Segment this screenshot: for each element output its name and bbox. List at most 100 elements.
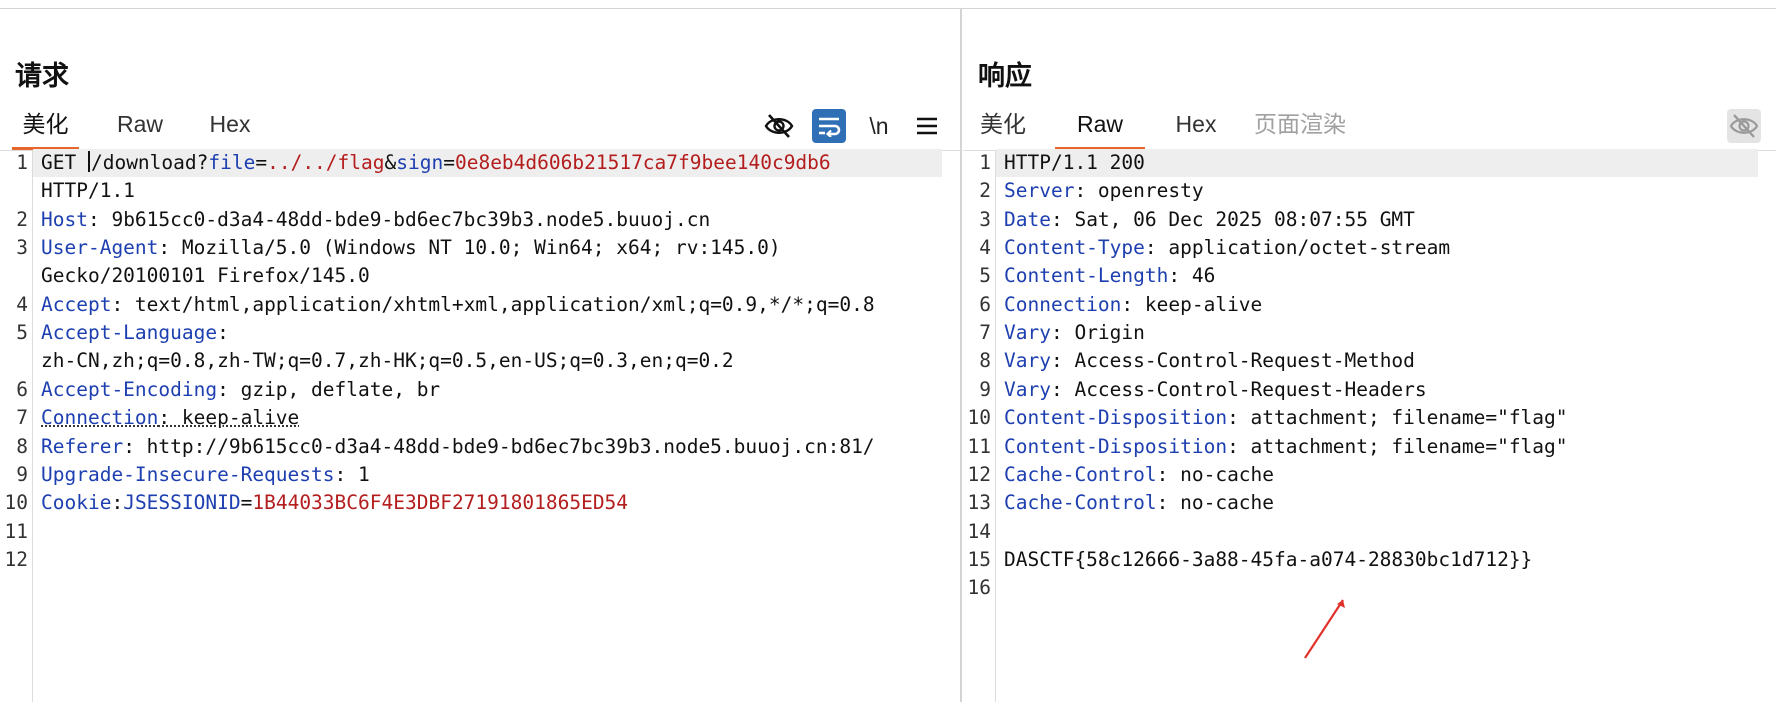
word-wrap-icon[interactable] <box>812 109 846 143</box>
text-segment: : 9b615cc0-d3a4-48dd-bde9-bd6ec7bc39b3.n… <box>87 207 711 231</box>
header-name: Content-Disposition <box>1004 406 1228 430</box>
line-text: Host: 9b615cc0-d3a4-48dd-bde9-bd6ec7bc39… <box>41 208 710 231</box>
text-segment: Gecko/20100101 Firefox/145.0 <box>41 264 370 288</box>
header-name: Vary <box>1004 321 1051 345</box>
request-title: 请求 <box>15 61 69 92</box>
line-number: 1 <box>979 151 991 174</box>
line-number: 15 <box>967 547 991 571</box>
code-line: 16 <box>963 576 1776 604</box>
line-number: 11 <box>4 519 28 543</box>
header-name: Referer <box>41 434 124 458</box>
line-text: Cookie:JSESSIONID=1B44033BC6F4E3DBF27191… <box>41 491 628 514</box>
text-segment: : no-cache <box>1156 462 1275 486</box>
code-line: 7 Vary: Origin <box>963 321 1776 349</box>
code-line: 7 Connection: keep-alive <box>0 406 960 434</box>
line-number: 9 <box>16 462 28 486</box>
line-text: Vary: Access-Control-Request-Method <box>1004 349 1415 372</box>
newline-toggle-icon[interactable]: \n <box>862 109 896 143</box>
line-number: 14 <box>967 519 991 543</box>
tab-hex[interactable]: Hex <box>203 101 257 147</box>
code-line: 11 Content-Disposition: attachment; filen… <box>963 435 1776 463</box>
line-text: Connection: keep-alive <box>41 406 299 429</box>
line-number: 5 <box>16 321 28 345</box>
text-segment: : 1 <box>334 462 370 486</box>
code-line: 8 Vary: Access-Control-Request-Method <box>963 349 1776 377</box>
tab-hex[interactable]: Hex <box>1168 101 1224 147</box>
line-number: 6 <box>16 377 28 401</box>
code-line: 10 Cookie:JSESSIONID=1B44033BC6F4E3DBF271… <box>0 491 960 519</box>
tab-pretty[interactable]: 美化 <box>975 101 1031 147</box>
line-text: Cache-Control: no-cache <box>1004 491 1274 514</box>
line-text: Content-Type: application/octet-stream <box>1004 236 1450 259</box>
response-tabs: 美化 Raw Hex 页面渲染 <box>963 101 1776 151</box>
text-segment: : attachment; filename="flag" <box>1227 434 1568 458</box>
tab-raw[interactable]: Raw <box>1055 101 1145 150</box>
code-line: 12 Cache-Control: no-cache <box>963 463 1776 491</box>
text-segment: : application/octet-stream <box>1144 236 1451 260</box>
line-number: 13 <box>967 491 991 515</box>
text-segment: : keep-alive <box>158 406 300 430</box>
line-text: Upgrade-Insecure-Requests: 1 <box>41 463 370 486</box>
header-name: Upgrade-Insecure-Requests <box>41 462 335 486</box>
text-segment: : openresty <box>1074 179 1204 203</box>
line-number: 1 <box>16 151 28 174</box>
line-text: DASCTF{58c12666-3a88-45fa-a074-28830bc1d… <box>1004 548 1532 571</box>
header-name: Date <box>1004 207 1051 231</box>
line-number: 5 <box>979 264 991 288</box>
tab-render[interactable]: 页面渲染 <box>1250 101 1350 147</box>
text-segment: = <box>240 491 253 515</box>
request-editor[interactable]: 1 GET /download?file=../../flag&sign=0e8e… <box>0 149 960 702</box>
line-text: Date: Sat, 06 Dec 2025 08:07:55 GMT <box>1004 208 1415 231</box>
line-text: Content-Length: 46 <box>1004 264 1215 287</box>
text-segment: : <box>217 321 229 345</box>
code-line: 15 DASCTF{58c12666-3a88-45fa-a074-28830bc… <box>963 548 1776 576</box>
code-line: 6 Connection: keep-alive <box>963 293 1776 321</box>
param-value: 1B44033BC6F4E3DBF27191801865ED54 <box>252 491 629 515</box>
code-line: 5 Content-Length: 46 <box>963 264 1776 292</box>
text-segment: HTTP/1.1 200 <box>1004 151 1145 174</box>
code-line: 1 GET /download?file=../../flag&sign=0e8e… <box>0 151 960 179</box>
code-line: 1 HTTP/1.1 200 <box>963 151 1776 179</box>
header-name: Content-Type <box>1004 236 1145 260</box>
line-text: Vary: Access-Control-Request-Headers <box>1004 378 1427 401</box>
line-number: 3 <box>16 236 28 260</box>
code-line: zh-CN,zh;q=0.8,zh-TW;q=0.7,zh-HK;q=0.5,e… <box>0 349 960 377</box>
line-text: User-Agent: Mozilla/5.0 (Windows NT 10.0… <box>41 236 781 259</box>
tab-raw[interactable]: Raw <box>110 101 170 147</box>
code-line: 13 Cache-Control: no-cache <box>963 491 1776 519</box>
line-text: Gecko/20100101 Firefox/145.0 <box>41 264 370 287</box>
text-segment: : keep-alive <box>1121 292 1263 316</box>
header-name: Content-Length <box>1004 264 1169 288</box>
hide-non-printable-icon[interactable] <box>1727 109 1761 143</box>
line-number: 7 <box>16 406 28 430</box>
hide-non-printable-icon[interactable] <box>762 109 796 143</box>
line-text: Server: openresty <box>1004 179 1204 202</box>
header-name: Vary <box>1004 349 1051 373</box>
response-editor[interactable]: 1 HTTP/1.1 200 2 Server: openresty 3 Date: Sa… <box>963 149 1776 702</box>
code-line: 8 Referer: http://9b615cc0-d3a4-48dd-bde9… <box>0 435 960 463</box>
line-number: 16 <box>967 576 991 600</box>
line-number: 12 <box>4 547 28 571</box>
header-name: Cache-Control <box>1004 491 1157 515</box>
line-number: 7 <box>979 321 991 345</box>
line-number: 8 <box>979 349 991 373</box>
line-text: Vary: Origin <box>1004 321 1145 344</box>
header-name: Accept <box>41 292 112 316</box>
code-line: 14 <box>963 520 1776 548</box>
request-tabs: 美化 Raw Hex \n <box>0 101 960 151</box>
text-segment: : text/html,application/xhtml+xml,applic… <box>111 292 875 316</box>
text-segment: : http://9b615cc0-d3a4-48dd-bde9-bd6ec7b… <box>123 434 875 458</box>
text-segment: : Access-Control-Request-Headers <box>1050 377 1427 401</box>
line-number: 3 <box>979 207 991 231</box>
line-text: Connection: keep-alive <box>1004 293 1262 316</box>
text-segment: : Access-Control-Request-Method <box>1050 349 1415 373</box>
line-number: 11 <box>967 434 991 458</box>
text-segment: : Origin <box>1050 321 1145 345</box>
menu-icon[interactable] <box>910 109 944 143</box>
tab-pretty[interactable]: 美化 <box>12 101 79 150</box>
line-text: Accept-Language: <box>41 321 229 344</box>
panel-divider[interactable] <box>960 9 962 702</box>
line-text: Cache-Control: no-cache <box>1004 463 1274 486</box>
text-segment: : Mozilla/5.0 (Windows NT 10.0; Win64; x… <box>158 236 781 260</box>
code-line: 9 Vary: Access-Control-Request-Headers <box>963 378 1776 406</box>
